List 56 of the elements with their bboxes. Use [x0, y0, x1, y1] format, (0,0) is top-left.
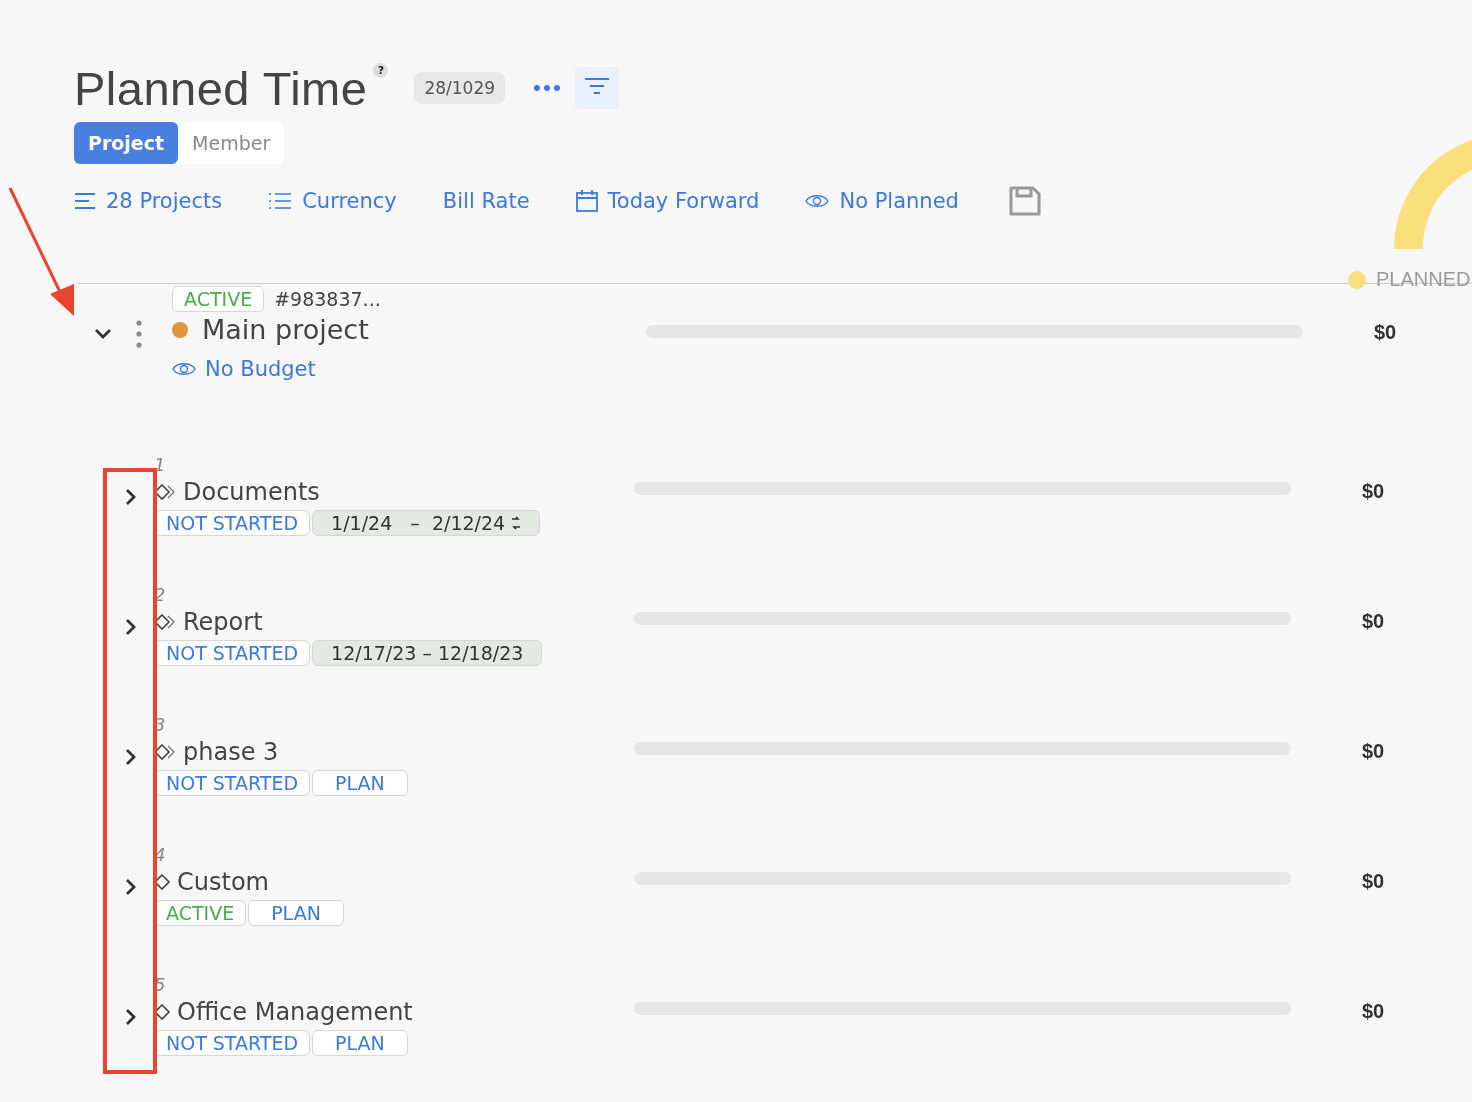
amount: $0: [1362, 610, 1385, 633]
project-name: Main project: [202, 314, 369, 345]
budget-link[interactable]: No Budget: [172, 357, 646, 381]
chevron-right-icon[interactable]: [125, 488, 137, 506]
view-tab[interactable]: Project: [74, 122, 179, 164]
save-icon[interactable]: [1008, 186, 1041, 216]
toolbar-button[interactable]: No Planned: [805, 189, 959, 213]
double-diamond-icon: [154, 484, 176, 500]
filter-icon[interactable]: [575, 67, 620, 109]
toolbar-button[interactable]: 28 Projects: [74, 189, 223, 213]
toolbar-button[interactable]: Currency: [268, 189, 397, 213]
status-tag: NOT STARTED: [154, 510, 311, 536]
list-icon: [268, 192, 293, 210]
kebab-menu-icon[interactable]: [136, 320, 142, 348]
double-diamond-icon: [154, 744, 176, 760]
count-badge: 28/1029: [414, 72, 506, 104]
status-tag: PLAN: [248, 900, 344, 926]
status-tag: PLAN: [312, 770, 408, 796]
double-diamond-icon: [154, 614, 176, 630]
project-id: #983837...: [274, 288, 381, 310]
status-tag: ACTIVE: [172, 286, 265, 312]
phase-name: phase 3: [183, 738, 279, 766]
phase-name: Report: [183, 608, 263, 636]
amount: $0: [1374, 321, 1397, 344]
diamond-icon: [154, 1004, 170, 1020]
chevron-right-icon[interactable]: [125, 1008, 137, 1026]
phase-name: Office Management: [177, 998, 413, 1026]
status-tag: ACTIVE: [154, 900, 247, 926]
toolbar-button[interactable]: Today Forward: [575, 189, 760, 213]
amount: $0: [1362, 480, 1385, 503]
status-tag: PLAN: [312, 1030, 408, 1056]
chevron-down-icon[interactable]: [94, 328, 112, 340]
status-tag: NOT STARTED: [154, 640, 311, 666]
eye-icon: [805, 193, 830, 209]
toolbar-button[interactable]: Bill Rate: [442, 189, 530, 213]
amount: $0: [1362, 740, 1385, 763]
eye-icon: [172, 361, 196, 377]
phase-name: Documents: [183, 478, 320, 506]
lines-icon: [74, 192, 96, 210]
diamond-icon: [154, 874, 170, 890]
legend-label: PLANNED: [1376, 268, 1471, 291]
date-range[interactable]: 12/17/23 – 12/18/23: [312, 640, 543, 666]
calendar-icon: [575, 190, 598, 212]
help-icon[interactable]: ?: [373, 62, 389, 78]
chevron-right-icon[interactable]: [125, 748, 137, 766]
amount: $0: [1362, 1000, 1385, 1023]
phase-name: Custom: [177, 868, 269, 896]
view-tab[interactable]: Member: [178, 122, 285, 164]
date-range[interactable]: 1/1/24 – 2/12/24: [312, 510, 541, 536]
more-icon[interactable]: [533, 84, 562, 92]
status-tag: NOT STARTED: [154, 770, 311, 796]
page-title: Planned Time: [74, 60, 368, 116]
amount: $0: [1362, 870, 1385, 893]
chevron-right-icon[interactable]: [125, 878, 137, 896]
status-tag: NOT STARTED: [154, 1030, 311, 1056]
chevron-right-icon[interactable]: [125, 618, 137, 636]
